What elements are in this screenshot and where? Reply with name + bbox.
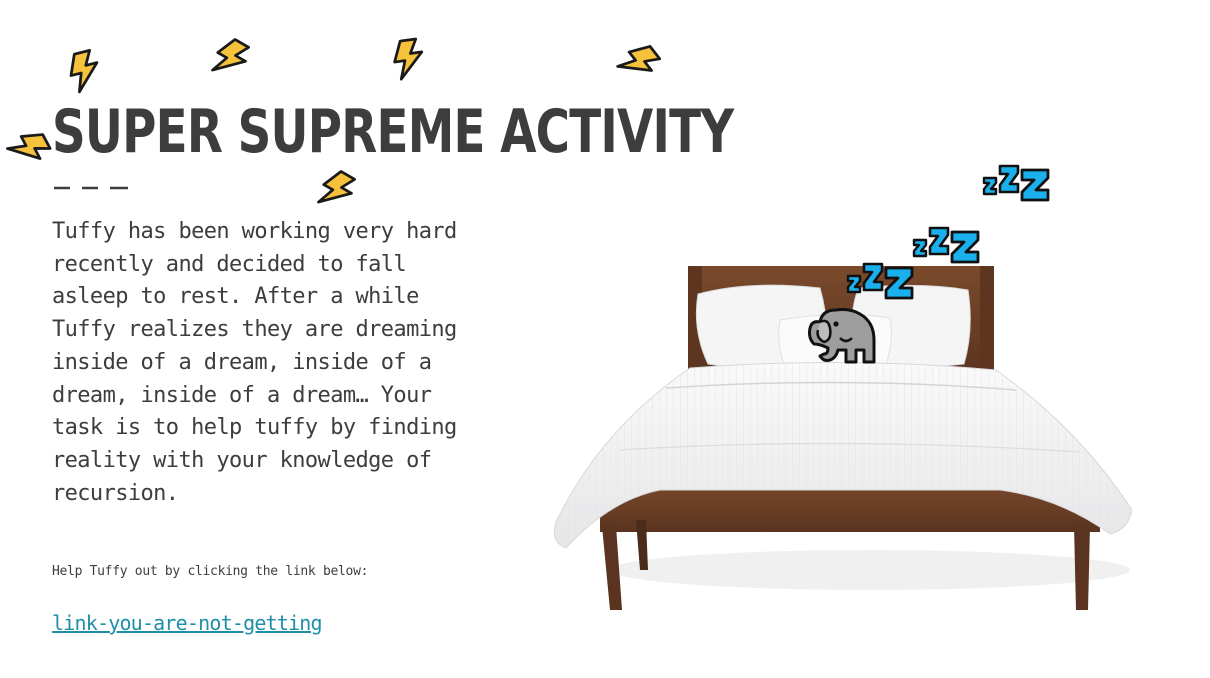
bed-illustration bbox=[553, 266, 1133, 610]
elephant-icon bbox=[808, 308, 876, 364]
title-divider bbox=[54, 186, 128, 190]
lightning-bolt-icon bbox=[1, 121, 58, 178]
sleeping-zzz-icon bbox=[846, 254, 922, 302]
lightning-bolt-icon bbox=[308, 162, 365, 219]
lightning-bolt-icon bbox=[60, 46, 111, 97]
activity-link[interactable]: link-you-are-not-getting bbox=[52, 608, 323, 638]
lightning-bolt-icon bbox=[385, 35, 432, 82]
sleeping-zzz-icon bbox=[982, 156, 1058, 204]
lightning-bolt-icon bbox=[202, 30, 259, 87]
activity-description: Tuffy has been working very hard recentl… bbox=[52, 219, 457, 506]
sleeping-zzz-icon bbox=[912, 218, 988, 266]
help-instruction: Help Tuffy out by clicking the link belo… bbox=[52, 564, 369, 579]
lightning-bolt-icon bbox=[610, 34, 669, 93]
